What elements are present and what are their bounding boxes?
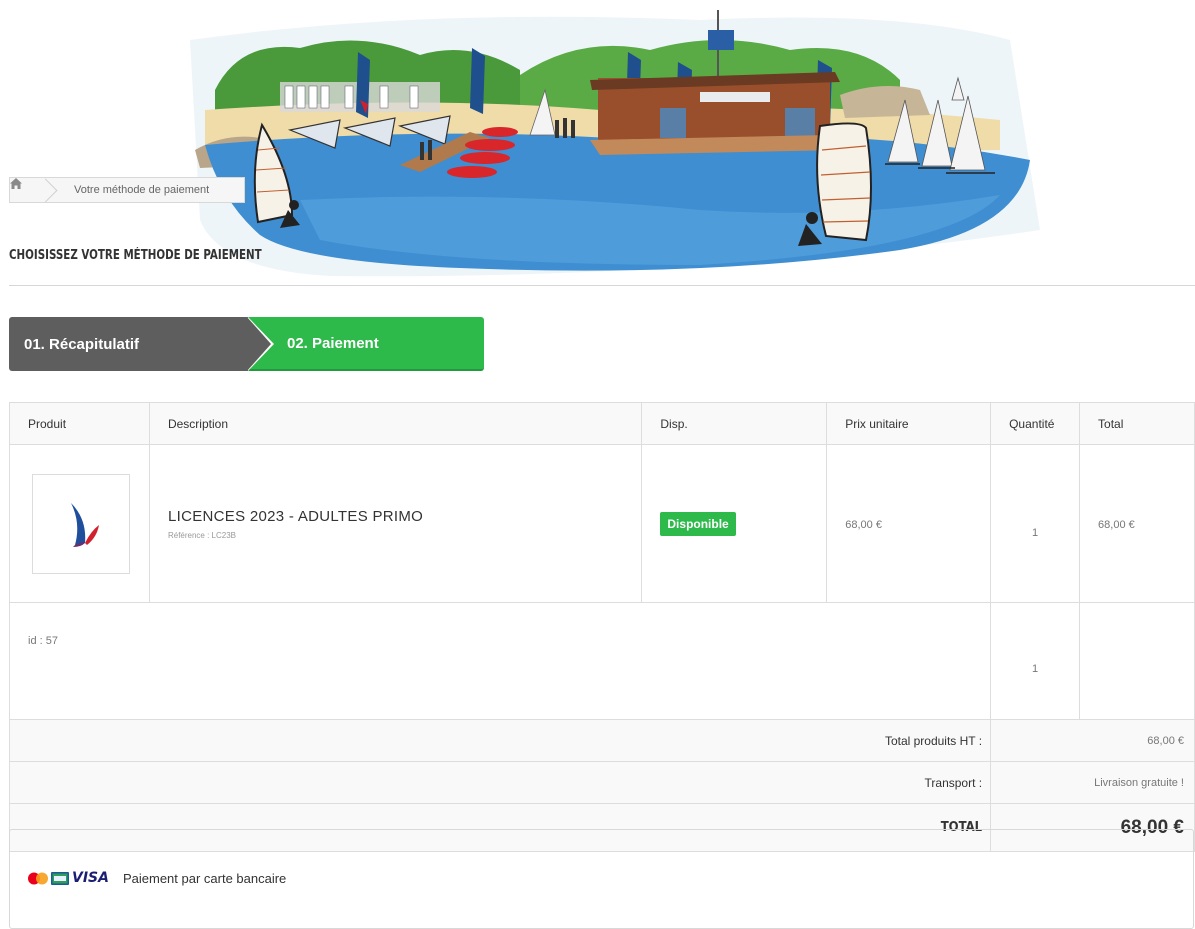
col-product: Produit [9,402,150,445]
payment-option-label: Paiement par carte bancaire [122,870,287,886]
hero-banner: Votre méthode de paiement CHOISISSEZ VOT… [0,0,1195,286]
cb-card-icon [51,871,69,885]
col-description: Description [148,402,643,445]
step-recap-label: 01. Récapitulatif [24,335,140,353]
divider [9,285,1195,286]
home-icon [10,178,22,189]
product-reference: Référence : LC23B [167,530,237,540]
col-availability: Disp. [641,402,828,445]
product-image-cell [9,444,150,603]
table-header-row: Produit Description Disp. Prix unitaire … [9,402,1195,445]
step-recap[interactable]: 01. Récapitulatif [9,317,279,371]
availability-cell: Disponible [641,444,828,603]
visa-icon: VISA [72,870,109,886]
product-name[interactable]: LICENCES 2023 - ADULTES PRIMO [168,508,640,525]
mastercard-icon [28,872,48,884]
products-ht-value: 68,00 € [990,719,1195,762]
unit-price: 68,00 € [845,518,882,531]
sailing-club-illustration [190,10,1040,277]
payment-option-card[interactable]: VISA Paiement par carte bancaire [27,870,286,886]
line-total-cell: 68,00 € [1079,444,1195,603]
col-total: Total [1079,402,1195,445]
shipping-value: Livraison gratuite ! [990,761,1195,804]
step-payment: 02. Paiement [247,317,484,371]
payment-option-box[interactable]: VISA Paiement par carte bancaire [9,829,1194,929]
home-link[interactable] [10,178,48,202]
col-quantity: Quantité [990,402,1081,445]
sub-quantity-cell: 1 [990,602,1081,720]
availability-badge: Disponible [660,511,736,536]
id-cell: id : 57 [8,602,992,720]
sub-total-cell [1079,602,1195,720]
product-thumbnail[interactable] [32,473,130,574]
col-unit-price: Prix unitaire [826,402,992,445]
unit-price-cell: 68,00 € [826,444,992,603]
products-ht-label: Total produits HT : [8,719,992,762]
product-description-cell: LICENCES 2023 - ADULTES PRIMO Référence … [148,444,643,603]
table-row: id : 57 1 [8,602,1195,720]
item-id: id : 57 [28,635,58,647]
summary-shipping-row: Transport : Livraison gratuite ! [8,761,1195,804]
quantity-value: 1 [1032,527,1039,539]
breadcrumb: Votre méthode de paiement [9,177,245,203]
shipping-label: Transport : [8,761,992,804]
summary-products-ht-row: Total produits HT : 68,00 € [8,719,1195,762]
quantity-cell: 1 [990,444,1081,603]
step-payment-label: 02. Paiement [287,334,379,352]
checkout-steps: 01. Récapitulatif 02. Paiement [9,317,484,371]
cart-summary-table: Produit Description Disp. Prix unitaire … [8,402,1195,852]
line-total: 68,00 € [1098,518,1135,531]
breadcrumb-current: Votre méthode de paiement [74,184,210,196]
table-row: LICENCES 2023 - ADULTES PRIMO Référence … [9,444,1195,603]
step-arrow [247,317,271,371]
card-logos: VISA [27,870,109,886]
sub-quantity: 1 [1032,662,1039,675]
page-title: CHOISISSEZ VOTRE MÉTHODE DE PAIEMENT [9,248,262,263]
sail-logo-icon [71,502,99,547]
